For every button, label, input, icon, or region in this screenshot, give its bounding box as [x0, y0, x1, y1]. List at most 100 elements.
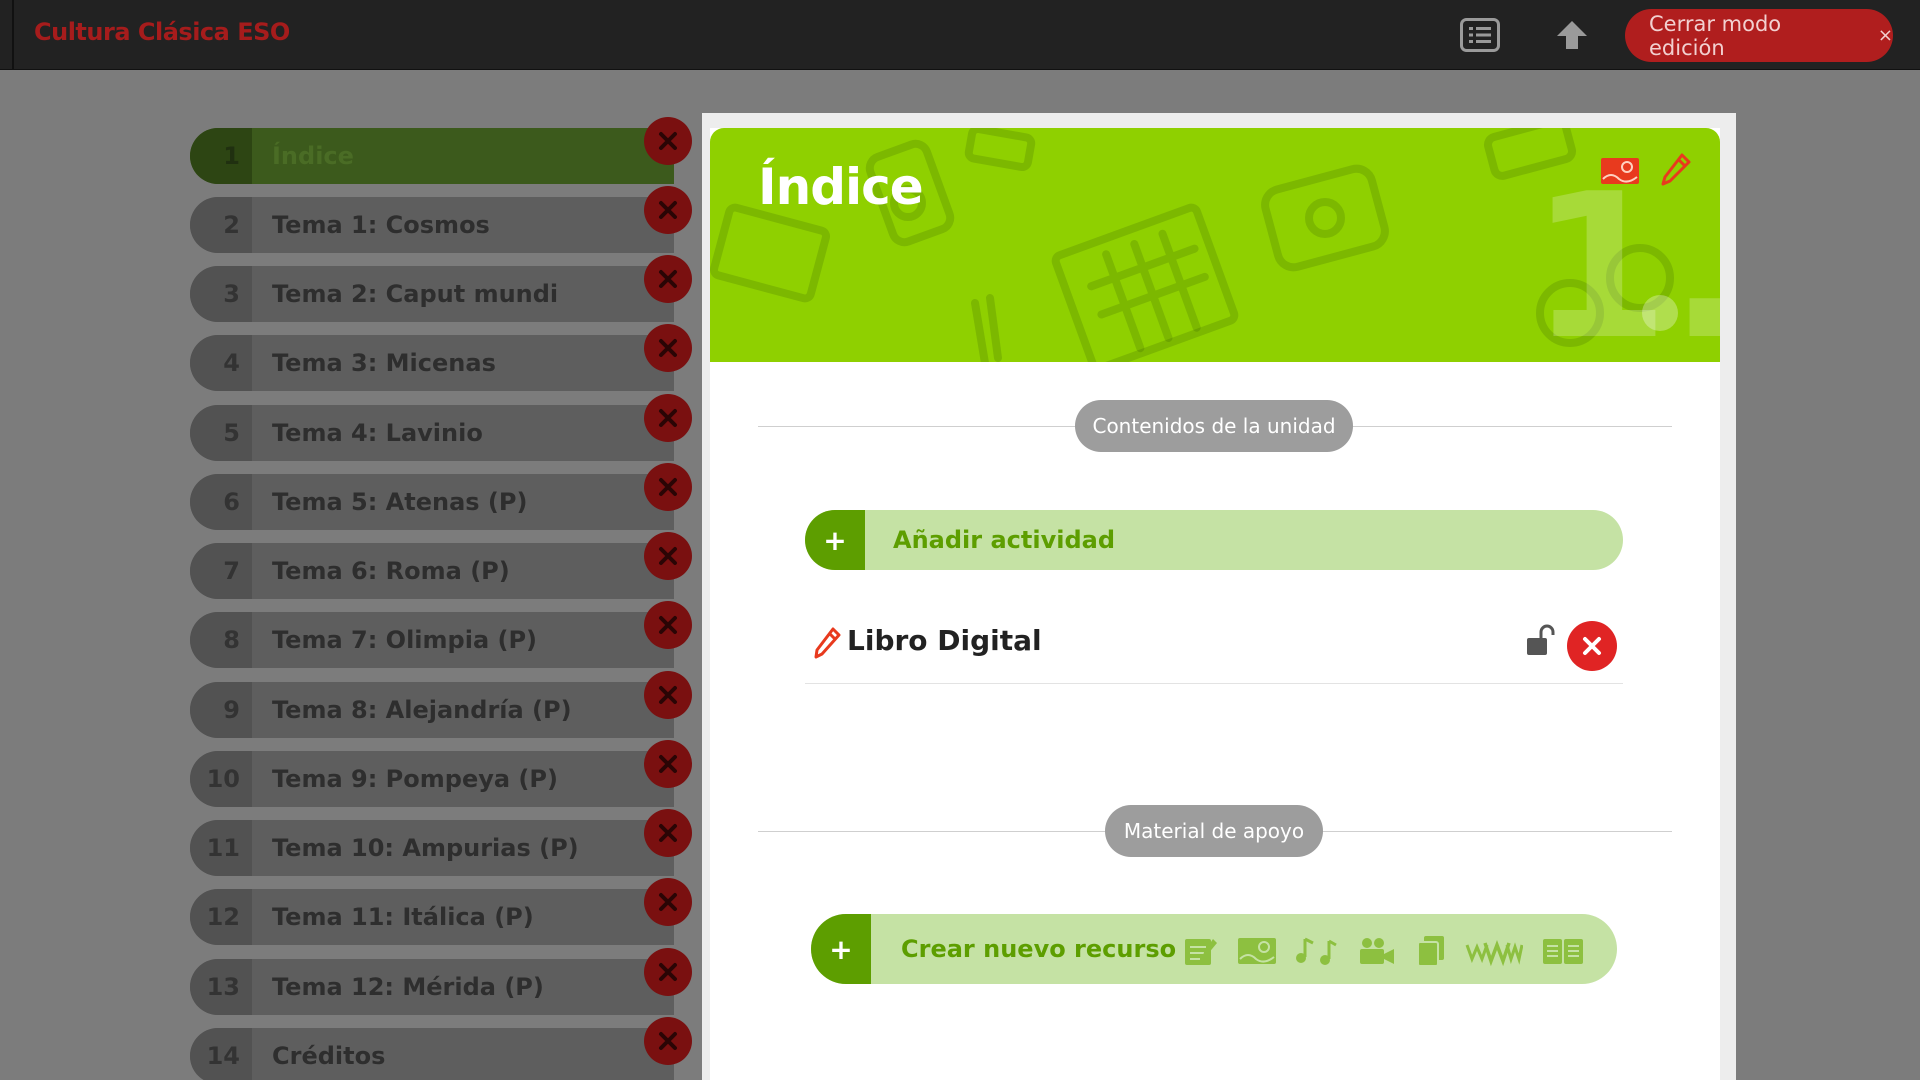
- sidebar-item-tema-11[interactable]: 12 Tema 11: Itálica (P): [190, 889, 674, 945]
- music-icon[interactable]: [1295, 935, 1339, 967]
- close-icon: [659, 478, 677, 496]
- sidebar-item-tema-2[interactable]: 3 Tema 2: Caput mundi: [190, 266, 674, 322]
- add-activity-label: Añadir actividad: [893, 526, 1115, 554]
- top-bar: Cultura Clásica ESO Cerrar modo edición …: [0, 0, 1920, 70]
- section-label-support: Material de apoyo: [1105, 805, 1323, 857]
- sidebar-item-number: 10: [190, 751, 252, 807]
- sidebar-item-tema-5[interactable]: 6 Tema 5: Atenas (P): [190, 474, 674, 530]
- sidebar-item-label: Índice: [272, 142, 354, 170]
- image-icon[interactable]: [1237, 935, 1277, 967]
- delete-unit-button[interactable]: [644, 394, 692, 442]
- document-icon[interactable]: [1183, 935, 1219, 967]
- close-icon: [659, 824, 677, 842]
- files-icon[interactable]: [1415, 934, 1447, 968]
- sidebar-item-label: Tema 10: Ampurias (P): [272, 834, 579, 862]
- sidebar-item-number: 12: [190, 889, 252, 945]
- list-view-icon[interactable]: [1459, 16, 1501, 54]
- close-icon: [659, 201, 677, 219]
- delete-unit-button[interactable]: [644, 809, 692, 857]
- delete-unit-button[interactable]: [644, 671, 692, 719]
- unit-banner: 1. Índice: [710, 128, 1720, 362]
- sidebar-item-label: Tema 4: Lavinio: [272, 419, 483, 447]
- sidebar-item-label: Tema 5: Atenas (P): [272, 488, 528, 516]
- top-bar-edge: [12, 0, 14, 70]
- resource-type-icons: [1183, 934, 1585, 968]
- sidebar-item-number: 1: [190, 128, 252, 184]
- edit-title-icon[interactable]: [1660, 152, 1692, 188]
- section-label-contents: Contenidos de la unidad: [1075, 400, 1353, 452]
- delete-resource-button[interactable]: [1567, 621, 1617, 671]
- close-edit-mode-button[interactable]: Cerrar modo edición ×: [1625, 9, 1893, 62]
- unit-number-watermark: 1.: [1530, 151, 1720, 363]
- close-icon: [659, 686, 677, 704]
- plus-icon: +: [805, 510, 865, 570]
- sidebar-item-number: 14: [190, 1028, 252, 1080]
- close-icon: [659, 270, 677, 288]
- close-icon: ×: [1877, 25, 1893, 46]
- close-edit-mode-label: Cerrar modo edición: [1649, 11, 1782, 60]
- sidebar-item-tema-1[interactable]: 2 Tema 1: Cosmos: [190, 197, 674, 253]
- close-icon: [659, 1032, 677, 1050]
- delete-unit-button[interactable]: [644, 255, 692, 303]
- close-icon: [659, 339, 677, 357]
- delete-unit-button[interactable]: [644, 740, 692, 788]
- sidebar-item-number: 5: [190, 405, 252, 461]
- sidebar-item-tema-9[interactable]: 10 Tema 9: Pompeya (P): [190, 751, 674, 807]
- sidebar-item-label: Tema 11: Itálica (P): [272, 903, 534, 931]
- edit-resource-icon[interactable]: [813, 626, 841, 660]
- delete-unit-button[interactable]: [644, 948, 692, 996]
- delete-unit-button[interactable]: [644, 532, 692, 580]
- close-icon: [659, 755, 677, 773]
- unit-title: Índice: [758, 158, 924, 216]
- close-icon: [659, 132, 677, 150]
- sidebar-item-number: 8: [190, 612, 252, 668]
- close-icon: [659, 963, 677, 981]
- video-icon[interactable]: [1357, 935, 1397, 967]
- sidebar-item-label: Créditos: [272, 1042, 386, 1070]
- sidebar-item-tema-4[interactable]: 5 Tema 4: Lavinio: [190, 405, 674, 461]
- delete-unit-button[interactable]: [644, 117, 692, 165]
- sidebar-item-number: 13: [190, 959, 252, 1015]
- sidebar-item-label: Tema 7: Olimpia (P): [272, 626, 538, 654]
- sidebar-item-label: Tema 12: Mérida (P): [272, 973, 544, 1001]
- sidebar-item-creditos[interactable]: 14 Créditos: [190, 1028, 674, 1080]
- close-icon: [659, 409, 677, 427]
- sidebar-item-number: 11: [190, 820, 252, 876]
- sidebar-item-number: 4: [190, 335, 252, 391]
- sidebar-item-tema-12[interactable]: 13 Tema 12: Mérida (P): [190, 959, 674, 1015]
- sidebar-item-label: Tema 9: Pompeya (P): [272, 765, 558, 793]
- change-image-icon[interactable]: [1600, 155, 1640, 187]
- sidebar-item-label: Tema 6: Roma (P): [272, 557, 510, 585]
- sidebar-item-number: 9: [190, 682, 252, 738]
- create-resource-label: Crear nuevo recurso: [901, 935, 1177, 963]
- sidebar-item-number: 7: [190, 543, 252, 599]
- sidebar-item-label: Tema 1: Cosmos: [272, 211, 490, 239]
- sidebar-item-indice[interactable]: 1 Índice: [190, 128, 674, 184]
- add-activity-button[interactable]: + Añadir actividad: [805, 510, 1623, 570]
- app-title[interactable]: Cultura Clásica ESO: [34, 18, 290, 46]
- web-icon[interactable]: [1465, 935, 1523, 967]
- sidebar-item-number: 3: [190, 266, 252, 322]
- resource-title[interactable]: Libro Digital: [847, 624, 1042, 657]
- unlock-icon[interactable]: [1525, 624, 1555, 658]
- book-icon[interactable]: [1541, 935, 1585, 967]
- sidebar-item-label: Tema 8: Alejandría (P): [272, 696, 572, 724]
- delete-unit-button[interactable]: [644, 186, 692, 234]
- sidebar-item-tema-6[interactable]: 7 Tema 6: Roma (P): [190, 543, 674, 599]
- arrow-up-icon[interactable]: [1551, 16, 1593, 54]
- sidebar-item-tema-8[interactable]: 9 Tema 8: Alejandría (P): [190, 682, 674, 738]
- sidebar-item-tema-7[interactable]: 8 Tema 7: Olimpia (P): [190, 612, 674, 668]
- delete-unit-button[interactable]: [644, 463, 692, 511]
- sidebar-item-label: Tema 3: Micenas: [272, 349, 496, 377]
- sidebar-item-tema-3[interactable]: 4 Tema 3: Micenas: [190, 335, 674, 391]
- sidebar-item-tema-10[interactable]: 11 Tema 10: Ampurias (P): [190, 820, 674, 876]
- delete-unit-button[interactable]: [644, 1017, 692, 1065]
- sidebar-item-number: 2: [190, 197, 252, 253]
- close-icon: [1583, 637, 1601, 655]
- create-resource-button[interactable]: + Crear nuevo recurso: [811, 914, 1617, 984]
- delete-unit-button[interactable]: [644, 878, 692, 926]
- resource-row[interactable]: Libro Digital: [805, 602, 1623, 684]
- sidebar-item-label: Tema 2: Caput mundi: [272, 280, 559, 308]
- delete-unit-button[interactable]: [644, 601, 692, 649]
- delete-unit-button[interactable]: [644, 324, 692, 372]
